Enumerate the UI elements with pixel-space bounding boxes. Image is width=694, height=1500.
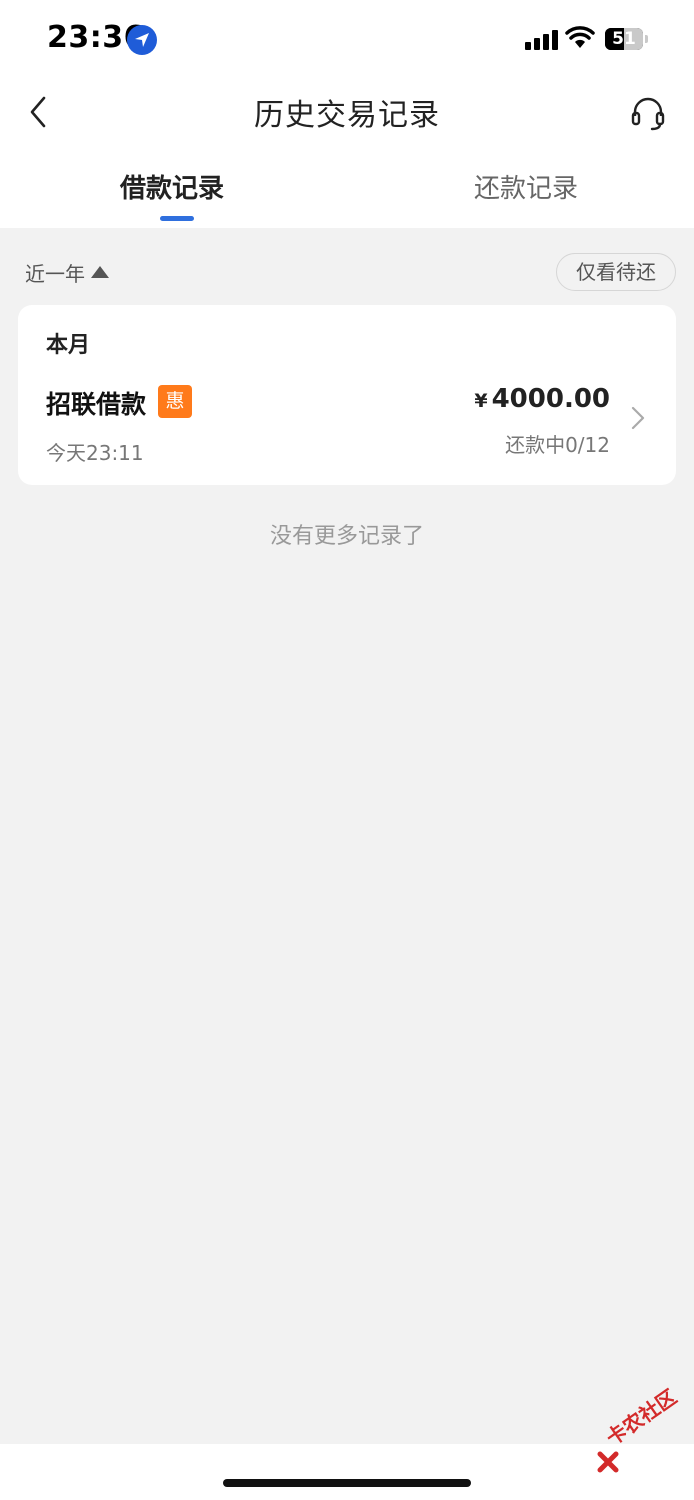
home-indicator[interactable] — [223, 1479, 471, 1487]
status-bar: 23:36 51 — [0, 0, 694, 80]
loan-amount: ¥4000.00 — [474, 384, 610, 414]
location-arrow-icon — [127, 25, 157, 55]
wifi-icon — [565, 26, 595, 48]
tab-loan-records[interactable]: 借款记录 — [120, 168, 224, 205]
watermark-text: 卡农社区 — [601, 1384, 681, 1451]
loan-time: 今天23:11 — [46, 441, 144, 465]
battery-level: 51 — [612, 29, 636, 49]
currency-symbol: ¥ — [474, 390, 488, 412]
amount-value: 4000.00 — [491, 384, 610, 414]
tab-repayment-records[interactable]: 还款记录 — [474, 168, 578, 205]
group-title: 本月 — [46, 333, 91, 358]
active-tab-indicator — [160, 216, 194, 221]
battery-tip — [645, 35, 648, 43]
cellular-signal-icon — [525, 30, 559, 50]
customer-service-headset-icon[interactable] — [628, 94, 668, 134]
watermark-x-icon — [597, 1451, 619, 1473]
loan-name[interactable]: 招联借款 — [46, 385, 146, 421]
pending-only-toggle[interactable]: 仅看待还 — [556, 253, 676, 291]
bottom-safe-area — [0, 1444, 694, 1500]
chevron-right-icon[interactable] — [630, 405, 646, 431]
records-card: 本月 招联借款 惠 今天23:11 ¥4000.00 还款中0/12 — [18, 305, 676, 485]
watermark-logo: 卡农社区 — [596, 1385, 694, 1478]
battery-icon: 51 — [605, 28, 643, 50]
no-more-records-text: 没有更多记录了 — [269, 524, 424, 549]
repayment-status: 还款中0/12 — [505, 433, 610, 457]
discount-badge: 惠 — [158, 385, 192, 418]
triangle-up-icon[interactable] — [91, 266, 109, 278]
page-title: 历史交易记录 — [254, 98, 440, 133]
period-filter-dropdown[interactable]: 近一年 — [25, 258, 85, 287]
